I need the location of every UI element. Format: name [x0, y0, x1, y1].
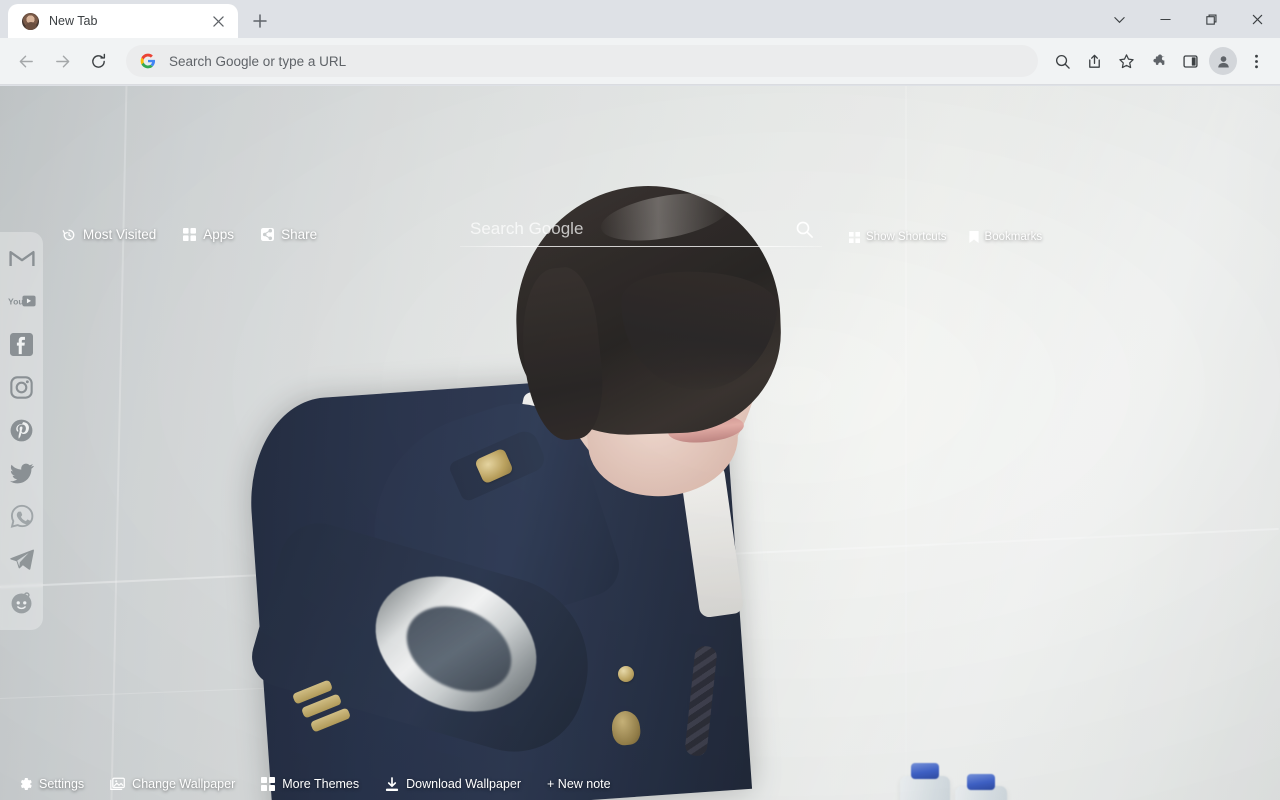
maximize-icon[interactable]	[1188, 0, 1234, 38]
sidebar-item-facebook[interactable]	[8, 330, 36, 358]
history-clock-icon	[62, 229, 75, 240]
zoom-search-icon[interactable]	[1047, 46, 1077, 76]
sidebar-item-twitter[interactable]	[8, 459, 36, 487]
search-submit-button[interactable]	[792, 217, 816, 241]
address-bar[interactable]: Search Google or type a URL	[126, 45, 1038, 77]
share-icon[interactable]	[1079, 46, 1109, 76]
svg-text:You: You	[8, 297, 24, 307]
gear-icon	[20, 777, 32, 791]
share-label: Share	[281, 227, 318, 242]
social-sidebar: You	[0, 232, 43, 630]
top-navigation: Most Visited Apps Share	[62, 227, 317, 242]
reddit-icon	[11, 591, 32, 613]
search-underline	[460, 246, 822, 247]
instagram-icon	[10, 375, 33, 399]
new-tab-button[interactable]	[246, 7, 274, 35]
download-wallpaper-label: Download Wallpaper	[406, 777, 522, 791]
sidebar-item-youtube[interactable]: You	[8, 287, 36, 315]
youtube-icon: You	[8, 295, 36, 307]
browser-toolbar: Search Google or type a URL	[0, 38, 1280, 85]
three-dot-menu-icon[interactable]	[1241, 46, 1271, 76]
new-note-label: + New note	[547, 777, 611, 791]
change-wallpaper-button[interactable]: Change Wallpaper	[110, 777, 235, 791]
extensions-puzzle-icon[interactable]	[1143, 46, 1173, 76]
address-bar-placeholder: Search Google or type a URL	[169, 53, 347, 69]
minimize-to-tray-icon[interactable]	[1096, 0, 1142, 38]
pinterest-icon	[10, 419, 33, 441]
forward-arrow-icon[interactable]	[46, 45, 78, 77]
grid-apps-icon	[183, 228, 197, 241]
new-tab-page: Most Visited Apps Share Search Google Sh…	[0, 86, 1280, 800]
back-arrow-icon[interactable]	[10, 45, 42, 77]
bookmark-flag-icon	[968, 231, 979, 243]
share-nodes-icon	[261, 228, 275, 241]
newtab-overlay: Most Visited Apps Share Search Google Sh…	[0, 86, 1280, 800]
side-panel-icon[interactable]	[1175, 46, 1205, 76]
facebook-icon	[10, 332, 33, 356]
bookmarks-label: Bookmarks	[984, 231, 1043, 243]
more-themes-button[interactable]: More Themes	[261, 777, 359, 791]
apps-label: Apps	[203, 227, 235, 242]
tab-close-icon[interactable]	[208, 11, 228, 31]
sidebar-item-instagram[interactable]	[8, 373, 36, 401]
window-close-icon[interactable]	[1234, 0, 1280, 38]
sidebar-item-gmail[interactable]	[8, 244, 36, 272]
profile-avatar-icon[interactable]	[1209, 47, 1237, 75]
grid-themes-icon	[261, 777, 276, 791]
change-wallpaper-label: Change Wallpaper	[132, 777, 236, 791]
settings-label: Settings	[39, 777, 85, 791]
tab-favicon-icon	[22, 12, 39, 30]
most-visited-label: Most Visited	[83, 227, 157, 242]
bookmarks-toggle[interactable]: Bookmarks	[968, 231, 1043, 243]
bottom-toolbar: Settings Change Wallpaper More Themes Do…	[0, 768, 1280, 800]
telegram-icon	[9, 549, 34, 570]
whatsapp-icon	[10, 504, 33, 528]
minimize-icon[interactable]	[1142, 0, 1188, 38]
window-controls	[1096, 0, 1280, 38]
grid-shortcuts-icon	[849, 231, 860, 243]
sidebar-item-pinterest[interactable]	[8, 416, 36, 444]
twitter-icon	[9, 463, 34, 483]
most-visited-button[interactable]: Most Visited	[62, 227, 156, 242]
bookmark-star-icon[interactable]	[1111, 46, 1141, 76]
search-box	[460, 212, 822, 247]
settings-button[interactable]: Settings	[18, 777, 84, 791]
sidebar-item-whatsapp[interactable]	[8, 502, 36, 530]
tab-strip: New Tab	[0, 0, 1280, 38]
more-themes-label: More Themes	[282, 777, 360, 791]
sidebar-item-reddit[interactable]	[8, 588, 36, 616]
apps-button[interactable]: Apps	[183, 227, 234, 242]
browser-tab[interactable]: New Tab	[8, 4, 238, 38]
download-icon	[386, 776, 399, 791]
browser-window: New Tab Search Google or type a URL Most…	[0, 0, 1280, 800]
reload-icon[interactable]	[82, 45, 114, 77]
images-icon	[110, 777, 126, 790]
google-g-icon	[140, 53, 156, 69]
new-note-button[interactable]: + New note	[547, 777, 611, 791]
tab-title: New Tab	[49, 14, 98, 28]
show-shortcuts-toggle[interactable]: Show Shortcuts	[849, 231, 947, 243]
gmail-icon	[8, 251, 35, 266]
overlay-toggles: Show Shortcuts Bookmarks	[849, 231, 1042, 243]
search-input[interactable]	[460, 212, 822, 246]
share-button[interactable]: Share	[261, 227, 317, 242]
sidebar-item-telegram[interactable]	[8, 545, 36, 573]
magnifier-icon	[796, 221, 813, 238]
show-shortcuts-label: Show Shortcuts	[866, 231, 947, 243]
download-wallpaper-button[interactable]: Download Wallpaper	[385, 776, 522, 792]
